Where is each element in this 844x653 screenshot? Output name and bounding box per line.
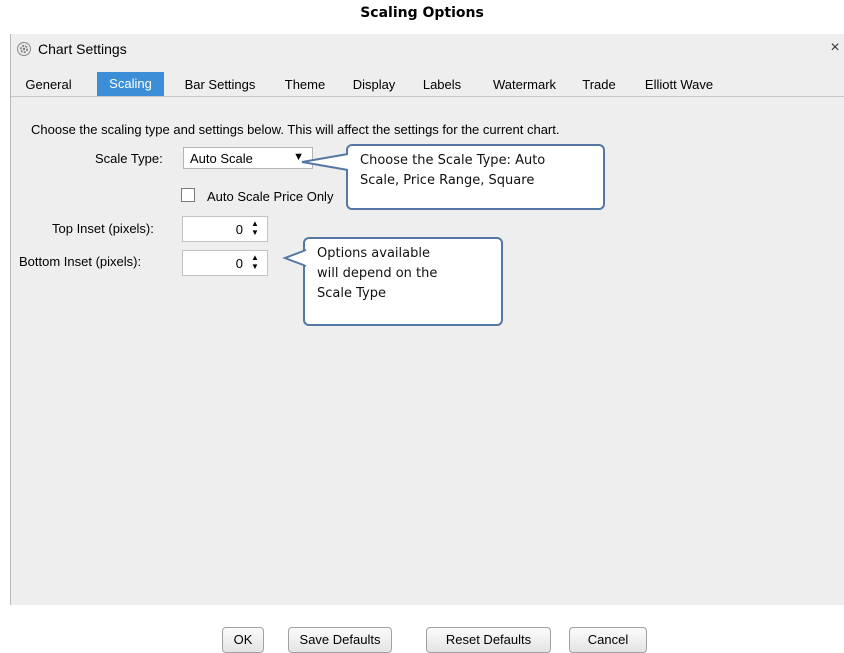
bottom-inset-label: Bottom Inset (pixels):	[19, 254, 142, 269]
callout-line: will depend on the	[317, 266, 438, 281]
scale-type-label: Scale Type:	[95, 151, 163, 166]
bottom-inset-spinner[interactable]: 0 ▲ ▼	[182, 250, 268, 276]
tab-general[interactable]: General	[13, 74, 84, 96]
tab-theme[interactable]: Theme	[275, 74, 335, 96]
tab-bar-settings[interactable]: Bar Settings	[170, 74, 270, 96]
auto-scale-price-only-label: Auto Scale Price Only	[207, 189, 334, 204]
callout-line: Choose the Scale Type: Auto	[360, 153, 546, 168]
tab-trade[interactable]: Trade	[574, 74, 624, 96]
top-inset-label: Top Inset (pixels):	[52, 221, 154, 236]
gear-icon	[17, 42, 31, 56]
tab-scaling[interactable]: Scaling	[97, 72, 164, 96]
options-callout-text: Options available will depend on the Sca…	[317, 244, 437, 304]
save-defaults-button[interactable]: Save Defaults	[288, 627, 392, 653]
top-inset-spinner[interactable]: 0 ▲ ▼	[182, 216, 268, 242]
close-button[interactable]: ×	[825, 38, 844, 58]
scale-type-dropdown[interactable]: Auto Scale ▼	[183, 147, 313, 169]
callout-line: Scale Type	[317, 286, 386, 301]
tab-elliott-wave[interactable]: Elliott Wave	[631, 74, 727, 96]
spin-down-icon[interactable]: ▼	[250, 228, 260, 238]
auto-scale-price-only-checkbox[interactable]	[181, 188, 195, 202]
callout-line: Scale, Price Range, Square	[360, 173, 535, 188]
cancel-button[interactable]: Cancel	[569, 627, 647, 653]
tab-labels[interactable]: Labels	[412, 74, 472, 96]
tab-bar: General Scaling Bar Settings Theme Displ…	[11, 72, 844, 97]
window-title: Chart Settings	[38, 41, 127, 57]
options-callout: Options available will depend on the Sca…	[303, 237, 503, 326]
options-callout-pointer	[282, 249, 309, 267]
tab-display[interactable]: Display	[342, 74, 406, 96]
callout-line: Options available	[317, 246, 430, 261]
scale-type-callout: Choose the Scale Type: Auto Scale, Price…	[346, 144, 605, 210]
scale-type-value: Auto Scale	[190, 151, 253, 166]
figure-caption: Scaling Options	[360, 5, 484, 21]
scale-type-callout-pointer	[301, 153, 351, 171]
title-bar: Chart Settings ×	[11, 34, 844, 64]
top-inset-value: 0	[235, 222, 243, 237]
ok-button[interactable]: OK	[222, 627, 264, 653]
tab-watermark[interactable]: Watermark	[478, 74, 571, 96]
spin-down-icon[interactable]: ▼	[250, 262, 260, 272]
reset-defaults-button[interactable]: Reset Defaults	[426, 627, 551, 653]
scaling-description: Choose the scaling type and settings bel…	[31, 122, 560, 137]
scale-type-callout-text: Choose the Scale Type: Auto Scale, Price…	[360, 151, 545, 191]
bottom-inset-value: 0	[235, 256, 243, 271]
